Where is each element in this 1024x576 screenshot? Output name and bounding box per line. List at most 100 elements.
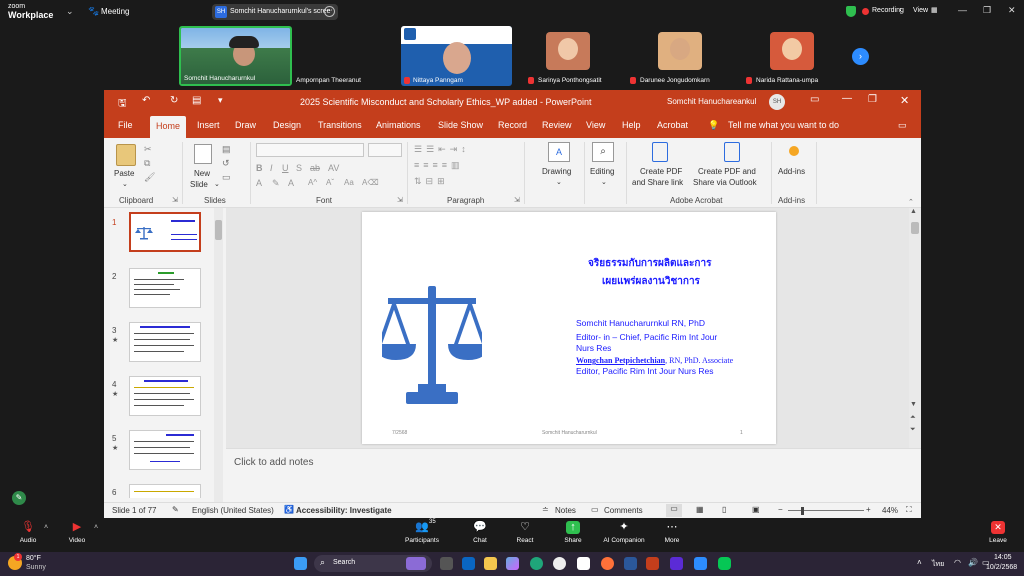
font-size-dropdown[interactable] <box>368 143 402 157</box>
collapse-ribbon-icon[interactable]: ⌃ <box>908 198 914 206</box>
windows-start-icon[interactable] <box>294 557 307 570</box>
more-button[interactable]: ⋯ More <box>660 521 684 544</box>
volume-icon[interactable]: 🔊 <box>968 558 978 567</box>
minimize-icon[interactable]: — <box>842 93 852 104</box>
participant-tile[interactable]: Darunee Jongudomkarn <box>626 26 736 86</box>
tab-file[interactable]: File <box>118 120 133 130</box>
reading-view-icon[interactable]: ▯ <box>722 505 726 514</box>
avatar[interactable]: SH <box>769 94 785 110</box>
previous-slide-icon[interactable]: ⏶ <box>910 414 916 422</box>
chevron-down-icon[interactable]: ⌄ <box>556 178 562 186</box>
tab-transitions[interactable]: Transitions <box>318 120 362 130</box>
chevron-up-icon[interactable]: ˄ <box>917 558 922 567</box>
zoom-out-icon[interactable]: − <box>778 505 783 514</box>
ai-companion-button[interactable]: ✦ AI Companion <box>602 521 646 544</box>
bold-icon[interactable]: B <box>256 163 263 173</box>
notes-pane[interactable]: Click to add notes <box>226 448 921 502</box>
scroll-up-icon[interactable]: ▲ <box>910 208 917 215</box>
scroll-down-icon[interactable]: ▼ <box>910 401 917 408</box>
italic-icon[interactable]: I <box>270 163 273 173</box>
tab-draw[interactable]: Draw <box>235 120 256 130</box>
slide-thumbnail[interactable] <box>129 376 201 416</box>
weather-temp[interactable]: 80°F <box>26 555 41 562</box>
tab-animations[interactable]: Animations <box>376 120 421 130</box>
maximize-icon[interactable]: ❐ <box>983 5 991 16</box>
comments-button[interactable]: Comments <box>604 506 643 515</box>
more-options-icon[interactable]: ⋯ <box>324 6 335 17</box>
change-case-icon[interactable]: Aa <box>344 178 354 187</box>
shield-icon[interactable] <box>846 6 856 17</box>
notes-placeholder[interactable]: Click to add notes <box>234 457 314 468</box>
tab-acrobat[interactable]: Acrobat <box>657 120 688 130</box>
comments-icon[interactable]: ▭ <box>591 505 599 514</box>
normal-view-icon[interactable]: ▭ <box>666 504 682 517</box>
slide-thumbnail[interactable] <box>129 212 201 252</box>
shrink-font-icon[interactable]: Aˇ <box>326 178 334 187</box>
wifi-icon[interactable]: ◠ <box>954 558 961 567</box>
create-pdf-outlook-label-2[interactable]: Share via Outlook <box>693 177 757 188</box>
video-button[interactable]: ▶ Video <box>64 521 90 544</box>
paste-label[interactable]: Paste <box>114 168 134 179</box>
current-slide[interactable]: จริยธรรมกับการผลิตและการ เผยแพร่ผลงานวิช… <box>362 212 776 444</box>
firefox-icon[interactable] <box>601 557 614 570</box>
powerpoint-icon[interactable] <box>646 557 659 570</box>
search-highlight-icon[interactable] <box>406 557 426 570</box>
grid-icon[interactable]: ▦ <box>931 6 938 14</box>
maximize-icon[interactable]: ❐ <box>868 94 877 105</box>
add-ins-button[interactable]: Add-ins <box>778 166 805 177</box>
notes-icon[interactable]: ≐ <box>542 505 549 514</box>
cut-icon[interactable]: ✂ <box>144 144 152 155</box>
new-slide-icon[interactable] <box>194 144 212 164</box>
leave-button[interactable]: ✕ Leave <box>983 521 1013 544</box>
reset-icon[interactable]: ↺ <box>222 158 230 169</box>
zoom-level[interactable]: 44% <box>882 506 898 515</box>
scrollbar-thumb[interactable] <box>215 220 222 240</box>
participants-button[interactable]: 👥 Participants <box>402 521 442 544</box>
tab-help[interactable]: Help <box>622 120 641 130</box>
save-icon[interactable]: 🖫 <box>118 96 127 113</box>
close-icon[interactable]: ✕ <box>1008 5 1016 16</box>
chevron-down-icon[interactable]: ⌄ <box>601 178 607 186</box>
edge-icon[interactable] <box>530 557 543 570</box>
create-pdf-label-1[interactable]: Create PDF <box>640 166 682 177</box>
scrollbar-thumb[interactable] <box>911 222 919 234</box>
participant-tile[interactable]: Sarinya Ponthongsatit <box>514 26 624 86</box>
redo-icon[interactable]: ↻ <box>170 95 178 106</box>
shadow-icon[interactable]: S <box>296 163 302 173</box>
participant-tile[interactable]: Ampornpan Theeranut <box>293 26 399 86</box>
copy-icon[interactable]: ⧉ <box>144 158 150 169</box>
accessibility-icon[interactable]: ♿ <box>284 505 294 514</box>
undo-icon[interactable]: ↶ <box>142 95 150 106</box>
language-status[interactable]: English (United States) <box>192 506 274 515</box>
strikethrough-icon[interactable]: ab <box>310 163 320 173</box>
font-color-icon[interactable]: A <box>288 178 294 188</box>
minimize-icon[interactable]: — <box>958 5 967 15</box>
ribbon-display-icon[interactable]: ▭ <box>810 94 819 105</box>
clear-formatting-icon[interactable]: A⌫ <box>362 178 379 187</box>
tab-insert[interactable]: Insert <box>197 120 220 130</box>
char-spacing-icon[interactable]: AV <box>328 163 339 173</box>
create-pdf-icon[interactable] <box>652 142 668 162</box>
slide-show-icon[interactable]: ▣ <box>752 505 760 514</box>
tell-me-search[interactable]: Tell me what you want to do <box>728 120 839 130</box>
chevron-down-icon[interactable]: ⌄ <box>122 179 128 190</box>
chevron-up-icon[interactable]: ˄ <box>44 524 48 531</box>
chrome-icon[interactable] <box>553 557 566 570</box>
audio-button[interactable]: 🎙 Audio <box>16 521 40 544</box>
underline-icon[interactable]: U <box>282 163 289 173</box>
app-icon[interactable] <box>670 557 683 570</box>
format-painter-icon[interactable]: 🖌 <box>144 172 155 183</box>
customize-qat-icon[interactable]: ▾ <box>218 95 223 106</box>
new-slide-label-1[interactable]: New <box>194 168 210 179</box>
participant-tile[interactable]: Nittaya Panngam <box>401 26 512 86</box>
chat-button[interactable]: 💬 Chat <box>468 521 492 544</box>
tab-slide-show[interactable]: Slide Show <box>438 120 483 130</box>
paste-icon[interactable] <box>116 144 136 166</box>
file-explorer-icon[interactable] <box>484 557 497 570</box>
shapes-icon[interactable]: A <box>548 142 570 162</box>
search-icon[interactable]: ⌕ <box>592 142 614 162</box>
teams-icon[interactable] <box>462 557 475 570</box>
react-button[interactable]: ♡ React <box>513 521 537 544</box>
next-page-icon[interactable]: › <box>852 48 869 65</box>
slide-thumbnail[interactable] <box>129 430 201 470</box>
